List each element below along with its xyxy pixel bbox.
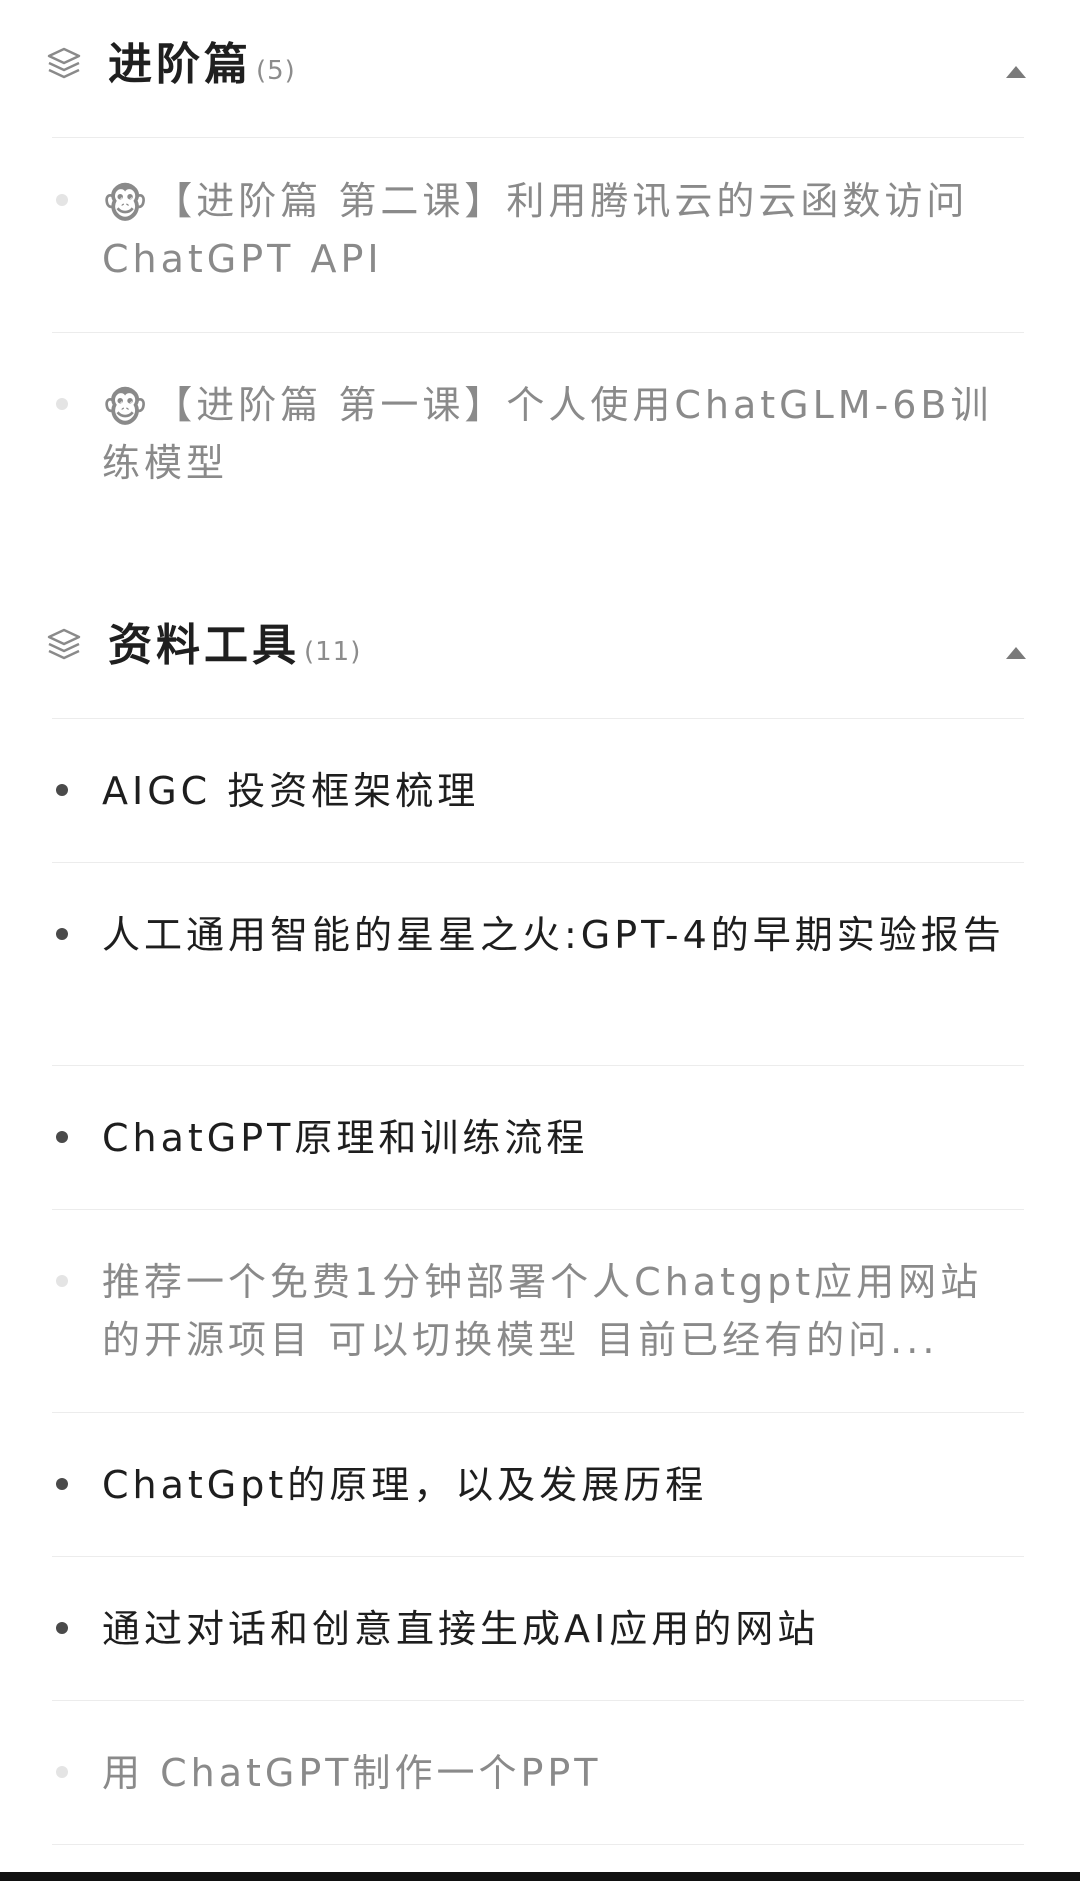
- list-item-label: 🐵【进阶篇 第二课】利用腾讯云的云函数访问ChatGPT API: [102, 172, 1012, 288]
- section-count: (5): [256, 56, 296, 86]
- list-item-text: 通过对话和创意直接生成AI应用的网站: [102, 1607, 820, 1651]
- list-item-text: AIGC 投资框架梳理: [102, 769, 480, 813]
- layers-icon: [47, 47, 81, 79]
- section-header-advanced[interactable]: 进阶篇 (5): [0, 14, 1080, 110]
- caret-up-icon[interactable]: [1006, 647, 1026, 659]
- divider: [52, 137, 1024, 138]
- list-item[interactable]: 🐵【进阶篇 第一课】个人使用ChatGLM-6B训练模型: [52, 374, 1024, 494]
- list-item[interactable]: ChatGPT原理和训练流程: [52, 1109, 1024, 1169]
- list-item[interactable]: 人工通用智能的星星之火:GPT-4的早期实验报告: [52, 906, 1024, 1026]
- list-item[interactable]: 🐵【进阶篇 第二课】利用腾讯云的云函数访问ChatGPT API: [52, 170, 1024, 290]
- list-item[interactable]: 通过对话和创意直接生成AI应用的网站: [52, 1600, 1024, 1660]
- divider: [52, 1700, 1024, 1701]
- list-item-text: 【进阶篇 第二课】利用腾讯云的云函数访问ChatGPT API: [102, 179, 969, 281]
- list-item[interactable]: ChatGpt的原理，以及发展历程: [52, 1456, 1024, 1516]
- bullet-icon: [56, 1131, 68, 1143]
- bottom-bar: [0, 1872, 1080, 1881]
- bullet-icon: [56, 1275, 68, 1287]
- list-item-label: 🐵【进阶篇 第一课】个人使用ChatGLM-6B训练模型: [102, 376, 1012, 492]
- monkey-icon: 🐵: [102, 182, 153, 228]
- list-item[interactable]: AIGC 投资框架梳理: [52, 762, 1024, 822]
- monkey-icon: 🐵: [102, 386, 153, 432]
- section-title: 进阶篇 (5): [108, 40, 296, 96]
- layers-icon: [47, 628, 81, 660]
- bullet-icon: [56, 1766, 68, 1778]
- bullet-icon: [56, 928, 68, 940]
- list-item-text: 人工通用智能的星星之火:GPT-4的早期实验报告: [102, 913, 1005, 957]
- divider: [52, 1844, 1024, 1845]
- list-item-text: ChatGPT原理和训练流程: [102, 1116, 589, 1160]
- divider: [52, 1209, 1024, 1210]
- section-title: 资料工具 (11): [108, 621, 361, 677]
- list-item[interactable]: 推荐一个免费1分钟部署个人Chatgpt应用网站的开源项目 可以切换模型 目前已…: [52, 1253, 1024, 1373]
- divider: [52, 1065, 1024, 1066]
- divider: [52, 332, 1024, 333]
- bullet-icon: [56, 194, 68, 206]
- divider: [52, 718, 1024, 719]
- bullet-icon: [56, 1622, 68, 1634]
- divider: [52, 1412, 1024, 1413]
- list-item[interactable]: 用 ChatGPT制作一个PPT: [52, 1744, 1024, 1804]
- divider: [52, 1556, 1024, 1557]
- caret-up-icon[interactable]: [1006, 66, 1026, 78]
- section-title-text: 资料工具: [108, 620, 300, 671]
- list-item-text: ChatGpt的原理，以及发展历程: [102, 1463, 708, 1507]
- bullet-icon: [56, 784, 68, 796]
- divider: [52, 862, 1024, 863]
- section-header-resources[interactable]: 资料工具 (11): [0, 595, 1080, 691]
- section-title-text: 进阶篇: [108, 39, 252, 90]
- section-count: (11): [304, 637, 362, 667]
- list-item-text: 推荐一个免费1分钟部署个人Chatgpt应用网站的开源项目 可以切换模型 目前已…: [102, 1260, 983, 1362]
- list-item-text: 用 ChatGPT制作一个PPT: [102, 1751, 602, 1795]
- list-item-text: 【进阶篇 第一课】个人使用ChatGLM-6B训练模型: [102, 383, 993, 485]
- bullet-icon: [56, 1478, 68, 1490]
- bullet-icon: [56, 398, 68, 410]
